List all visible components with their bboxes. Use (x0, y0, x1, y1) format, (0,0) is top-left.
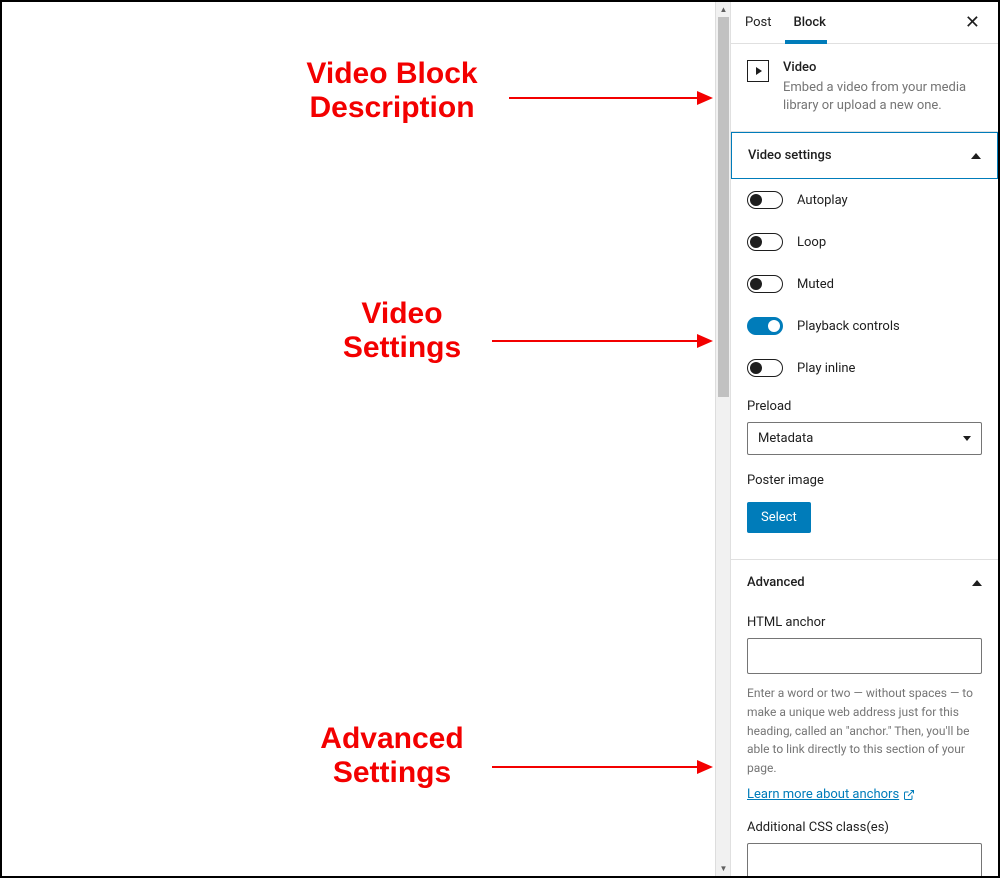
panel-video-settings-body: Autoplay Loop Muted Playback controls Pl… (731, 179, 998, 559)
scrollbar-track[interactable]: ▲ ▼ (715, 2, 730, 876)
toggle-label: Muted (797, 277, 834, 292)
preload-select[interactable]: Metadata (747, 422, 982, 455)
close-icon: ✕ (965, 12, 980, 33)
editor-canvas: Video Block Description Video Settings A… (2, 2, 730, 876)
annotation-arrow (492, 334, 713, 348)
scrollbar-up-icon[interactable]: ▲ (716, 2, 731, 17)
html-anchor-label: HTML anchor (747, 615, 982, 630)
video-block-icon (747, 60, 769, 82)
panel-title: Video settings (748, 148, 832, 163)
scrollbar-thumb[interactable] (718, 17, 729, 397)
block-title: Video (783, 60, 982, 75)
scrollbar-down-icon[interactable]: ▼ (716, 861, 731, 876)
chevron-down-icon (963, 436, 971, 441)
toggle-label: Loop (797, 235, 826, 250)
annotation-advanced-settings: Advanced Settings (312, 722, 472, 790)
tab-underline (785, 40, 827, 44)
tab-post[interactable]: Post (745, 2, 786, 43)
block-description-card: Video Embed a video from your media libr… (731, 44, 998, 132)
toggle-autoplay[interactable] (747, 191, 783, 209)
select-poster-button[interactable]: Select (747, 502, 811, 533)
tab-block[interactable]: Block (794, 2, 840, 43)
toggle-muted[interactable] (747, 275, 783, 293)
additional-css-input[interactable] (747, 843, 982, 876)
annotation-arrow (492, 760, 713, 774)
toggle-label: Play inline (797, 361, 855, 376)
html-anchor-input[interactable] (747, 638, 982, 674)
anchor-help-text: Enter a word or two — without spaces — t… (747, 684, 982, 777)
poster-image-label: Poster image (747, 473, 982, 488)
chevron-up-icon (971, 153, 981, 159)
panel-advanced-header[interactable]: Advanced (731, 559, 998, 605)
additional-css-label: Additional CSS class(es) (747, 820, 982, 835)
preload-label: Preload (747, 399, 982, 414)
select-value: Metadata (758, 431, 813, 446)
sidebar-tabs: Post Block ✕ (731, 2, 998, 44)
chevron-up-icon (972, 580, 982, 586)
settings-sidebar: Post Block ✕ Video Embed a video from yo… (730, 2, 998, 876)
close-sidebar-button[interactable]: ✕ (961, 8, 984, 37)
external-link-icon (903, 789, 915, 801)
annotation-video-block-description: Video Block Description (292, 57, 492, 125)
toggle-label: Playback controls (797, 319, 900, 334)
toggle-label: Autoplay (797, 193, 848, 208)
block-description-text: Embed a video from your media library or… (783, 79, 982, 115)
panel-title: Advanced (747, 575, 805, 590)
toggle-play-inline[interactable] (747, 359, 783, 377)
panel-video-settings-header[interactable]: Video settings (731, 132, 998, 179)
toggle-playback-controls[interactable] (747, 317, 783, 335)
annotation-arrow (509, 91, 713, 105)
annotation-video-settings: Video Settings (332, 297, 472, 365)
toggle-loop[interactable] (747, 233, 783, 251)
panel-advanced-body: HTML anchor Enter a word or two — withou… (731, 605, 998, 876)
learn-more-anchors-link[interactable]: Learn more about anchors (747, 787, 915, 802)
